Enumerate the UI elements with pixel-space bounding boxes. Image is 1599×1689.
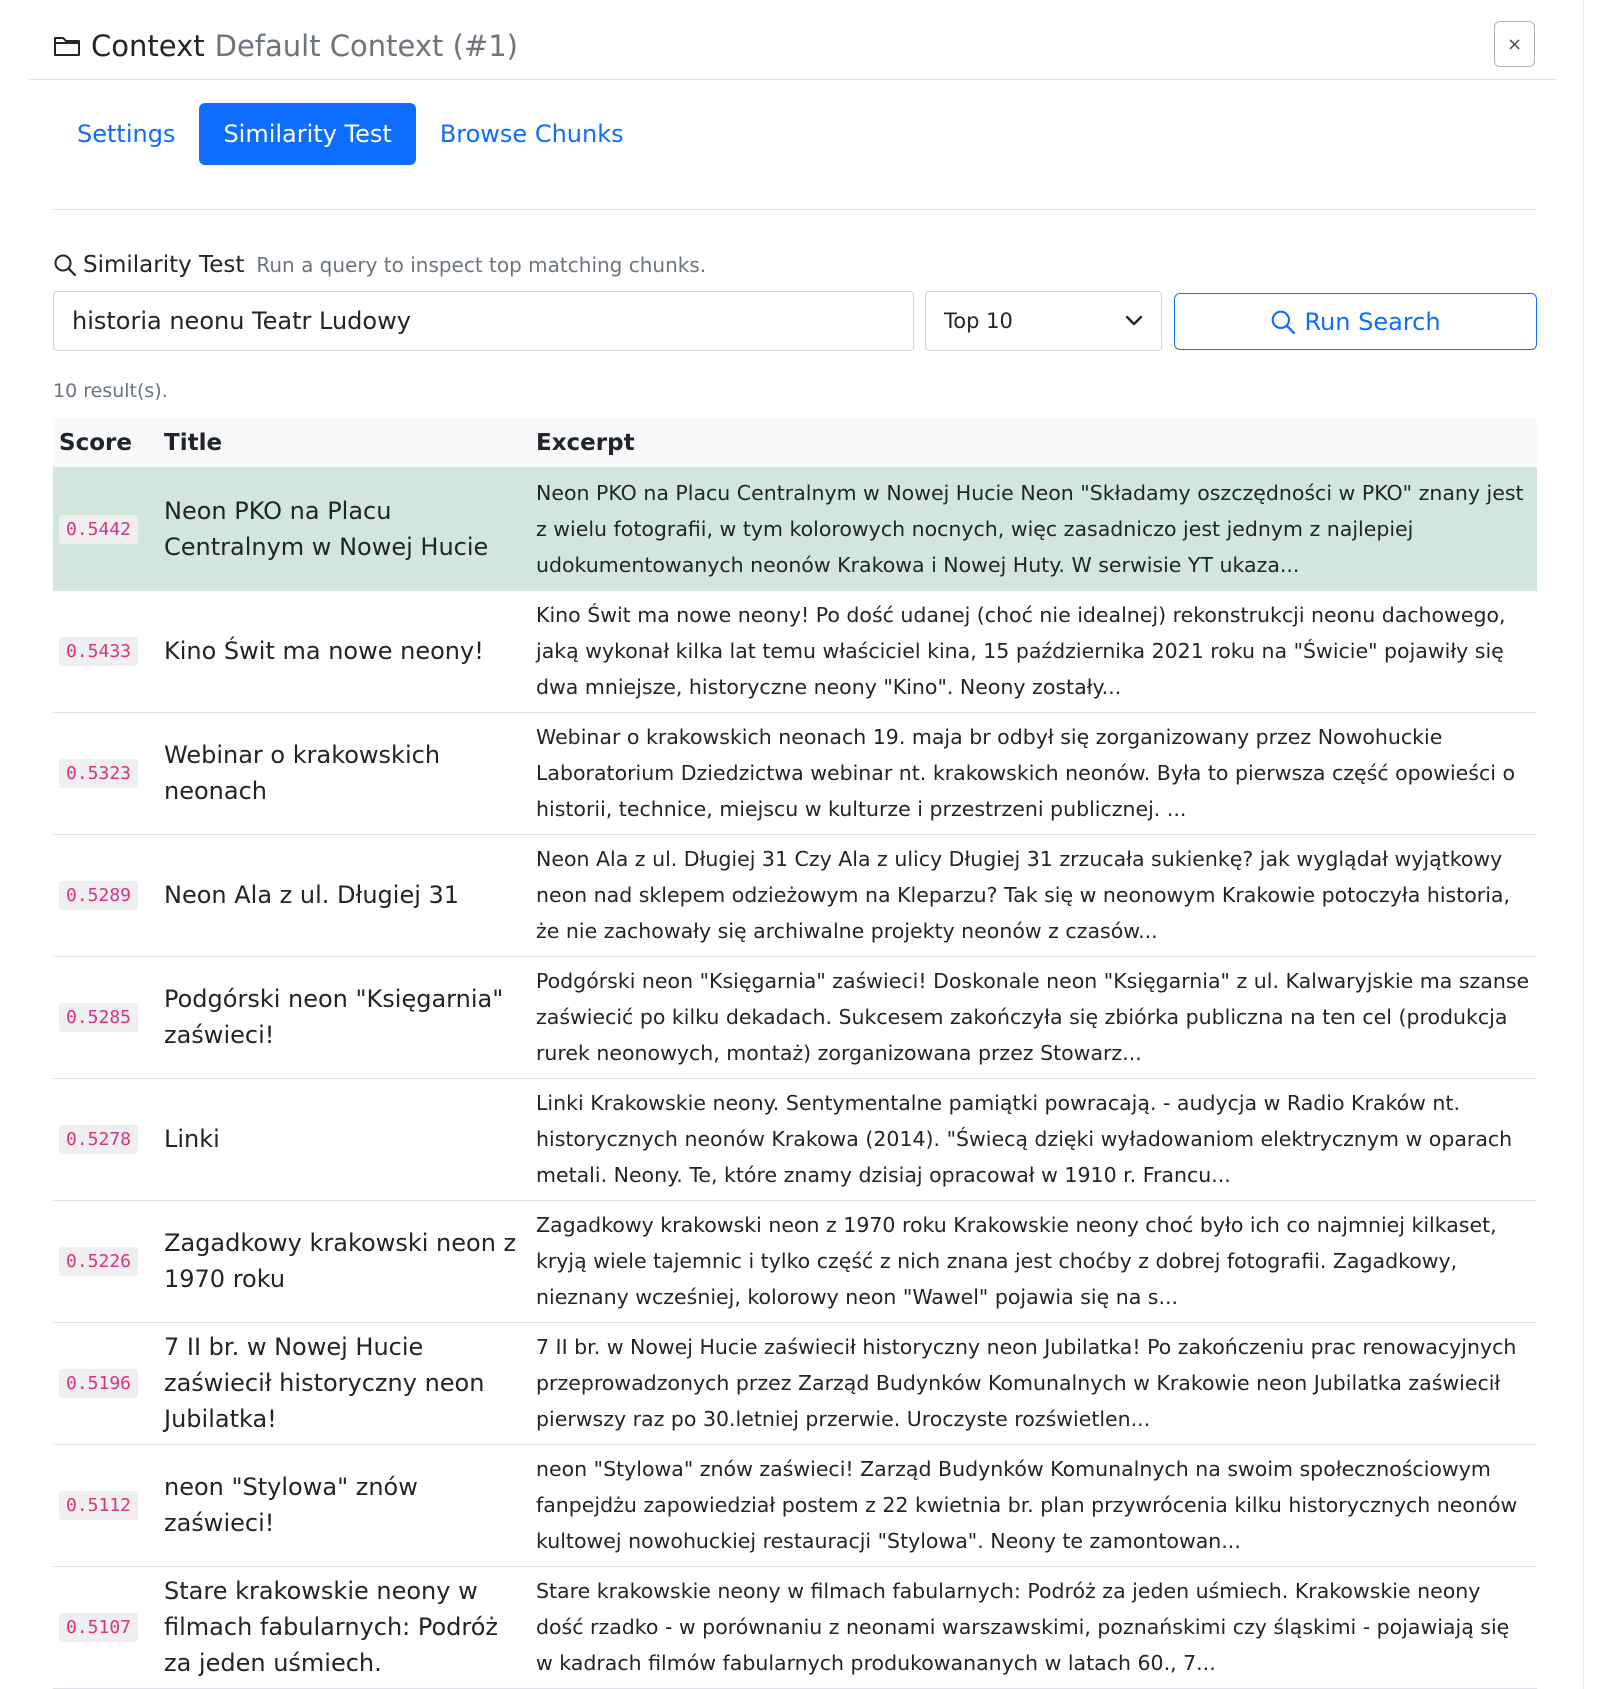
topk-select[interactable]: Top 10 <box>925 291 1162 351</box>
run-search-button[interactable]: Run Search <box>1174 293 1537 350</box>
score-badge: 0.5323 <box>59 758 139 788</box>
row-title: Webinar o krakowskich neonach <box>158 712 530 835</box>
table-row[interactable]: 0.5433 Kino Świt ma nowe neony! Kino Świ… <box>53 590 1537 713</box>
results-table: Score Title Excerpt 0.5442 Neon PKO na P… <box>53 418 1537 1689</box>
context-panel: Context Default Context (#1) × Settings … <box>0 0 1583 1689</box>
score-badge: 0.5196 <box>59 1368 139 1398</box>
row-title: Neon Ala z ul. Długiej 31 <box>158 834 530 957</box>
row-title: Stare krakowskie neony w filmach fabular… <box>158 1566 530 1689</box>
row-excerpt: Webinar o krakowskich neonach 19. maja b… <box>530 712 1537 835</box>
panel-header: Context Default Context (#1) × <box>29 0 1557 80</box>
section-header: Similarity Test Run a query to inspect t… <box>53 248 706 282</box>
score-badge: 0.5107 <box>59 1612 139 1642</box>
row-excerpt: Neon Ala z ul. Długiej 31 Czy Ala z ulic… <box>530 834 1537 957</box>
row-excerpt: 7 II br. w Nowej Hucie zaświecił history… <box>530 1322 1537 1445</box>
row-excerpt: Zagadkowy krakowski neon z 1970 roku Kra… <box>530 1200 1537 1323</box>
search-icon <box>54 254 77 277</box>
score-badge: 0.5226 <box>59 1246 139 1276</box>
row-excerpt: Kino Świt ma nowe neony! Po dość udanej … <box>530 590 1537 713</box>
tab-browse-chunks[interactable]: Browse Chunks <box>416 103 648 165</box>
table-row[interactable]: 0.5112 neon "Stylowa" znów zaświeci! neo… <box>53 1444 1537 1567</box>
vertical-scrollbar[interactable] <box>1583 0 1599 1689</box>
row-title: Neon PKO na Placu Centralnym w Nowej Huc… <box>158 468 530 591</box>
row-title: 7 II br. w Nowej Hucie zaświecił history… <box>158 1322 530 1445</box>
table-row[interactable]: 0.5278 Linki Linki Krakowskie neony. Sen… <box>53 1078 1537 1201</box>
context-name: Default Context (#1) <box>214 29 518 63</box>
column-header-score: Score <box>53 418 158 469</box>
topk-selected-value: Top 10 <box>944 309 1013 333</box>
close-button[interactable]: × <box>1494 21 1535 67</box>
score-badge: 0.5289 <box>59 880 139 910</box>
table-row[interactable]: 0.5107 Stare krakowskie neony w filmach … <box>53 1566 1537 1689</box>
tab-settings[interactable]: Settings <box>53 103 199 165</box>
row-title: neon "Stylowa" znów zaświeci! <box>158 1444 530 1567</box>
row-excerpt: Neon PKO na Placu Centralnym w Nowej Huc… <box>530 468 1537 591</box>
tabs-divider <box>53 209 1537 210</box>
row-title: Podgórski neon "Księgarnia" zaświeci! <box>158 956 530 1079</box>
table-row[interactable]: 0.5285 Podgórski neon "Księgarnia" zaświ… <box>53 956 1537 1079</box>
section-title: Similarity Test <box>83 252 245 278</box>
close-icon: × <box>1506 33 1523 55</box>
header-title-label: Context <box>91 29 205 63</box>
row-title: Zagadkowy krakowski neon z 1970 roku <box>158 1200 530 1323</box>
score-badge: 0.5442 <box>59 514 139 544</box>
table-header-row: Score Title Excerpt <box>53 418 1537 469</box>
score-badge: 0.5278 <box>59 1124 139 1154</box>
row-title: Linki <box>158 1078 530 1201</box>
row-excerpt: Podgórski neon "Księgarnia" zaświeci! Do… <box>530 956 1537 1079</box>
result-count: 10 result(s). <box>53 380 168 402</box>
score-badge: 0.5285 <box>59 1002 139 1032</box>
table-row[interactable]: 0.5289 Neon Ala z ul. Długiej 31 Neon Al… <box>53 834 1537 957</box>
section-hint: Run a query to inspect top matching chun… <box>256 253 707 277</box>
search-input-value: historia neonu Teatr Ludowy <box>72 307 411 335</box>
search-icon <box>1272 310 1296 334</box>
table-row[interactable]: 0.5226 Zagadkowy krakowski neon z 1970 r… <box>53 1200 1537 1323</box>
tab-similarity-test[interactable]: Similarity Test <box>199 103 416 165</box>
table-row[interactable]: 0.5323 Webinar o krakowskich neonach Web… <box>53 712 1537 835</box>
page-title: Context Default Context (#1) <box>53 26 518 66</box>
row-title: Kino Świt ma nowe neony! <box>158 590 530 713</box>
chevron-down-icon <box>1125 315 1143 326</box>
column-header-title: Title <box>158 418 530 469</box>
score-badge: 0.5112 <box>59 1490 139 1520</box>
score-badge: 0.5433 <box>59 636 139 666</box>
column-header-excerpt: Excerpt <box>530 418 1537 469</box>
table-row[interactable]: 0.5442 Neon PKO na Placu Centralnym w No… <box>53 468 1537 591</box>
table-row[interactable]: 0.5196 7 II br. w Nowej Hucie zaświecił … <box>53 1322 1537 1445</box>
row-excerpt: Linki Krakowskie neony. Sentymentalne pa… <box>530 1078 1537 1201</box>
row-excerpt: neon "Stylowa" znów zaświeci! Zarząd Bud… <box>530 1444 1537 1567</box>
row-excerpt: Stare krakowskie neony w filmach fabular… <box>530 1566 1537 1689</box>
folder-icon <box>54 37 80 56</box>
search-input[interactable]: historia neonu Teatr Ludowy <box>53 291 914 351</box>
run-search-label: Run Search <box>1304 307 1441 336</box>
tab-bar: Settings Similarity Test Browse Chunks <box>53 103 648 165</box>
